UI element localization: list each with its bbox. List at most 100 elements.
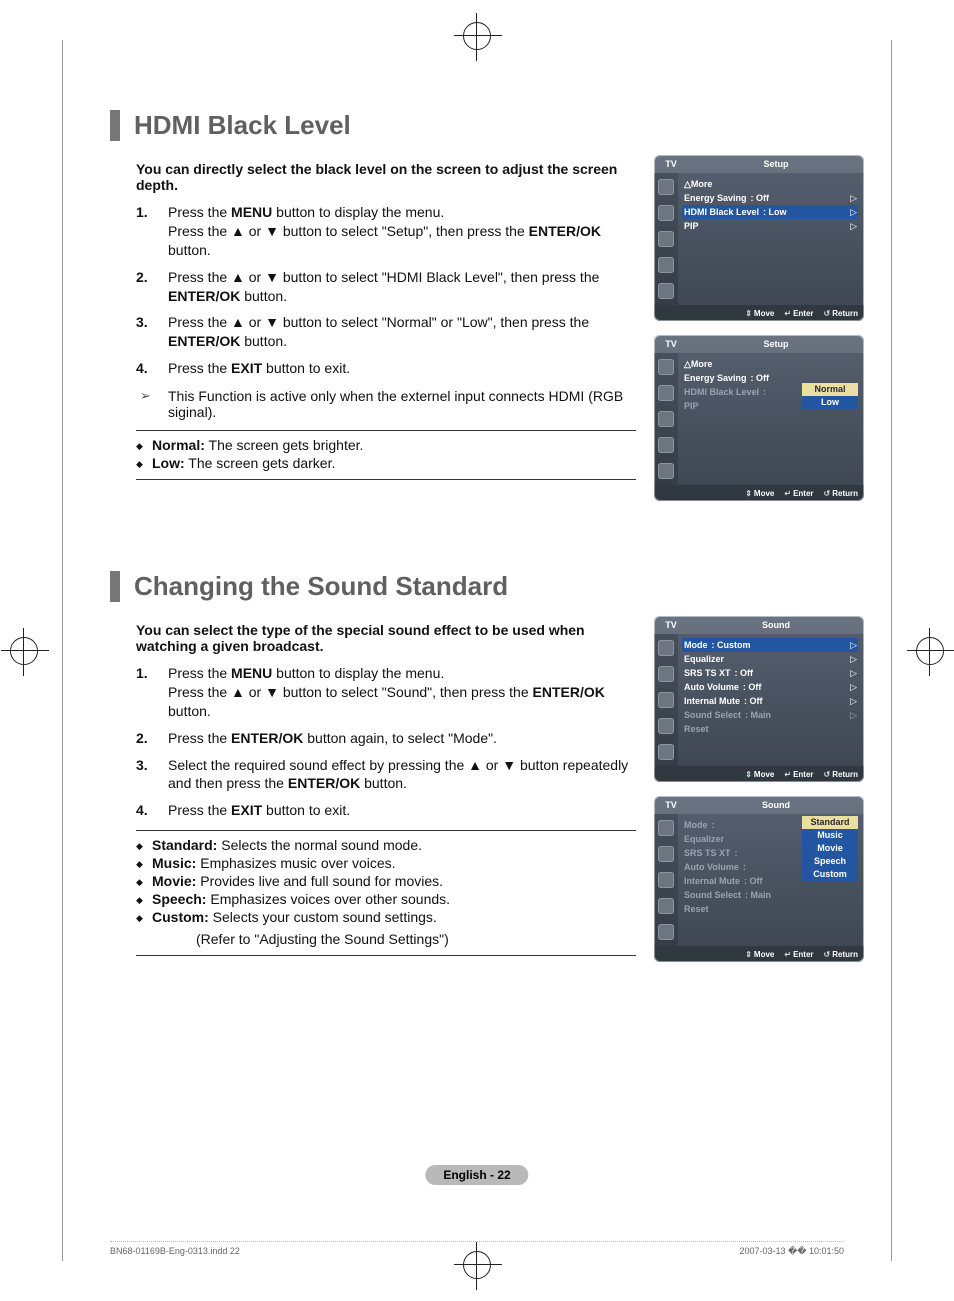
section-sound: You can select the type of the special s… — [110, 616, 864, 962]
chevron-right-icon: ▷ — [850, 640, 857, 651]
osd-row: Auto Volume: Off▷ — [684, 680, 858, 694]
osd-row-value: : Off — [744, 876, 763, 886]
section-hdmi: You can directly select the black level … — [110, 155, 864, 501]
trim-line — [891, 40, 892, 1261]
osd-sidebar — [654, 634, 678, 766]
osd-row-label: PIP — [684, 401, 699, 411]
osd-row-value: : — [712, 820, 715, 830]
osd-option-popup: NormalLow — [802, 383, 858, 409]
osd-sound-1: TVSoundMode: Custom▷Equalizer▷SRS TS XT:… — [654, 616, 864, 782]
divider — [136, 955, 636, 956]
osd-row-label: Auto Volume — [684, 682, 739, 692]
sub-reference: (Refer to "Adjusting the Sound Settings"… — [196, 931, 636, 947]
osd-row-value: : Off — [751, 373, 770, 383]
steps-sound: Press the MENU button to display the men… — [136, 664, 636, 820]
registration-mark-icon — [463, 22, 491, 50]
intro-hdmi: You can directly select the black level … — [136, 161, 636, 193]
chevron-right-icon: ▷ — [850, 207, 857, 218]
footer-left: BN68-01169B-Eng-0313.indd 22 — [110, 1246, 240, 1257]
step-item: Press the EXIT button to exit. — [136, 359, 636, 378]
osd-row-value: : Off — [751, 193, 770, 203]
osd-tv-label: TV — [654, 155, 688, 173]
osd-row: Mode: Custom▷ — [682, 638, 858, 652]
osd-tv-label: TV — [654, 335, 688, 353]
osd-category-icon — [658, 666, 674, 682]
osd-row-label: Energy Saving — [684, 373, 747, 383]
note-hdmi: This Function is active only when the ex… — [136, 388, 636, 420]
osd-option: Movie — [802, 842, 858, 855]
divider — [136, 430, 636, 431]
intro-sound: You can select the type of the special s… — [136, 622, 636, 654]
section-title-hdmi: HDMI Black Level — [110, 110, 864, 141]
osd-category-icon — [658, 411, 674, 427]
divider — [136, 830, 636, 831]
osd-tv-label: TV — [654, 616, 688, 634]
chevron-right-icon: ▷ — [850, 221, 857, 232]
registration-mark-icon — [10, 637, 38, 665]
osd-row-value: : — [763, 387, 766, 397]
page-number: English - 22 — [425, 1165, 528, 1185]
osd-tv-label: TV — [654, 796, 688, 814]
section-title-sound: Changing the Sound Standard — [110, 571, 864, 602]
osd-category-icon — [658, 744, 674, 760]
osd-row: Energy Saving: Off▷ — [684, 191, 858, 205]
osd-category-icon — [658, 437, 674, 453]
osd-option: Speech — [802, 855, 858, 868]
osd-row: HDMI Black Level: Low▷ — [682, 205, 858, 219]
chevron-right-icon: ▷ — [850, 710, 857, 721]
osd-category-icon — [658, 257, 674, 273]
footer-right: 2007-03-13 �� 10:01:50 — [739, 1246, 844, 1257]
definition-item: Custom: Selects your custom sound settin… — [136, 909, 636, 925]
divider — [136, 479, 636, 480]
osd-row: Reset — [684, 722, 858, 736]
osd-option: Standard — [802, 816, 858, 829]
osd-hint-return: Return — [824, 489, 858, 498]
osd-row-label: HDMI Black Level — [684, 207, 759, 217]
definitions-sound: Standard: Selects the normal sound mode.… — [136, 837, 636, 925]
osd-row-label: Reset — [684, 724, 709, 734]
osd-row-label: Mode — [684, 820, 708, 830]
osd-row-value: : Off — [743, 682, 762, 692]
osd-option: Custom — [802, 868, 858, 881]
osd-row-label: HDMI Black Level — [684, 387, 759, 397]
osd-option: Normal — [802, 383, 858, 396]
osd-row-label: SRS TS XT — [684, 848, 731, 858]
osd-hint-enter: Enter — [784, 489, 813, 498]
osd-category-icon — [658, 820, 674, 836]
osd-option: Music — [802, 829, 858, 842]
osd-caption: Setup — [688, 335, 864, 353]
print-footer: BN68-01169B-Eng-0313.indd 22 2007-03-13 … — [110, 1241, 844, 1257]
osd-setup-2: TVSetup △More Energy Saving : Off HDMI Black… — [654, 335, 864, 501]
step-item: Press the EXIT button to exit. — [136, 801, 636, 820]
step-item: Press the ENTER/OK button again, to sele… — [136, 729, 636, 748]
step-item: Press the MENU button to display the men… — [136, 664, 636, 721]
osd-hint-move: Move — [745, 950, 774, 959]
osd-caption: Sound — [688, 796, 864, 814]
definition-item: Standard: Selects the normal sound mode. — [136, 837, 636, 853]
osd-option: Low — [802, 396, 858, 409]
definition-item: Low: The screen gets darker. — [136, 455, 636, 471]
osd-category-icon — [658, 385, 674, 401]
osd-sound-2: TVSoundMode:EqualizerSRS TS XT:Auto Volu… — [654, 796, 864, 962]
osd-category-icon — [658, 692, 674, 708]
definition-item: Speech: Emphasizes voices over other sou… — [136, 891, 636, 907]
osd-row-value: : Custom — [712, 640, 751, 650]
registration-mark-icon — [916, 637, 944, 665]
definition-item: Movie: Provides live and full sound for … — [136, 873, 636, 889]
chevron-right-icon: ▷ — [850, 193, 857, 204]
osd-sidebar — [654, 814, 678, 946]
osd-row-label: Sound Select — [684, 710, 741, 720]
osd-more: △More — [684, 357, 858, 371]
osd-row-label: Sound Select — [684, 890, 741, 900]
osd-row: Equalizer▷ — [684, 652, 858, 666]
osd-category-icon — [658, 283, 674, 299]
step-item: Press the MENU button to display the men… — [136, 203, 636, 260]
osd-row: Sound Select: Main▷ — [684, 708, 858, 722]
osd-hint-move: Move — [745, 309, 774, 318]
osd-footer: MoveEnterReturn — [654, 305, 864, 321]
osd-hint-enter: Enter — [784, 770, 813, 779]
trim-line — [62, 40, 63, 1261]
osd-hint-return: Return — [824, 950, 858, 959]
osd-row: Sound Select: Main — [684, 888, 858, 902]
step-item: Press the ▲ or ▼ button to select "HDMI … — [136, 268, 636, 306]
